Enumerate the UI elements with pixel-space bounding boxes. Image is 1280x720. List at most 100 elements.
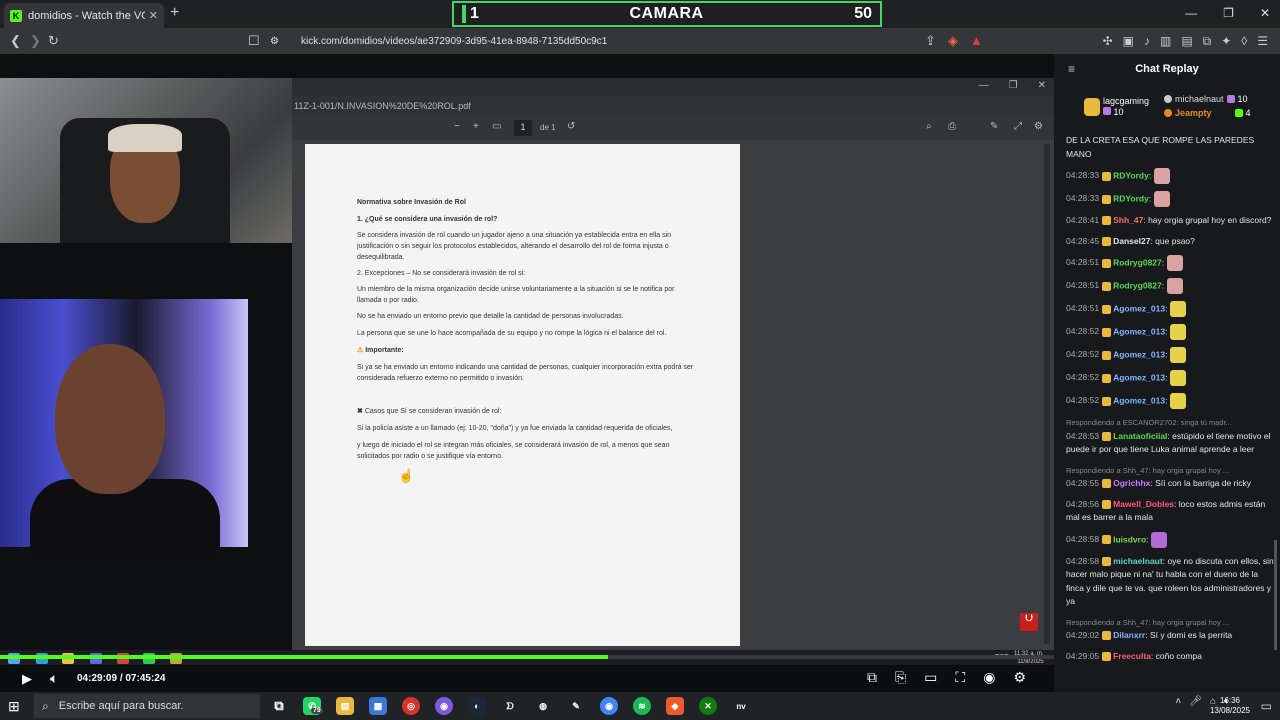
notifications-icon[interactable]: ▭ (1261, 699, 1272, 713)
discord-taskbar-icon[interactable]: ◉ (435, 697, 453, 715)
sidebar-icon[interactable]: ▥ (1160, 34, 1171, 49)
gifter-3[interactable]: Jeampty 4 (1164, 108, 1251, 118)
wallet-icon[interactable]: ▤ (1181, 34, 1192, 49)
message-username[interactable]: Freeculta (1113, 651, 1151, 661)
leo-icon[interactable]: ✦ (1221, 34, 1231, 49)
pdf-toolbar: − + ▭ 1 de 1 ↺ ⌕ ⎙ ✎ ⤢ ⚙ (292, 116, 1054, 140)
message-username[interactable]: Agomez_013 (1113, 372, 1165, 382)
task-view-icon[interactable]: ⧉ (270, 697, 288, 715)
store-icon[interactable]: ▦ (369, 697, 387, 715)
live-icon[interactable]: ◉ (983, 669, 995, 686)
message-username[interactable]: Dansel27 (1113, 236, 1150, 246)
url-field[interactable]: ⚙ kick.com/domidios/videos/ae372909-3d95… (270, 31, 970, 51)
chat-message: 04:28:41 Shh_47: hay orgia grupal hoy en … (1066, 215, 1272, 226)
reload-icon[interactable]: ↻ (48, 33, 59, 49)
message-username[interactable]: Rodryg0827 (1113, 280, 1162, 290)
brave-taskbar-icon[interactable]: ◆ (666, 697, 684, 715)
spotify-icon[interactable]: ≋ (633, 697, 651, 715)
browser-tab[interactable]: K domidios - Watch the VOD on K ✕ (4, 3, 164, 28)
clip-icon[interactable]: ⎘ (895, 669, 906, 686)
chrome-icon[interactable]: ◉ (600, 697, 618, 715)
fullscreen-icon[interactable]: ⛶ (955, 669, 965, 686)
minimize-icon[interactable]: — (1185, 6, 1197, 20)
forward-icon[interactable]: ❯ (30, 33, 41, 49)
pdf-exception-2: No se ha enviado un entorno previo que d… (357, 313, 624, 320)
share-icon[interactable]: ⇪ (925, 33, 936, 49)
sub-badge-icon (1102, 651, 1112, 661)
mic-icon[interactable]: 🎤︎ (1189, 696, 1202, 707)
restore-icon[interactable]: ❐ (1223, 6, 1234, 20)
epic-icon[interactable]: ᗤ (501, 697, 519, 715)
menu-icon[interactable]: ☰ (1257, 34, 1268, 49)
music-icon[interactable]: ♪ (1144, 34, 1150, 49)
taskbar-clock[interactable]: 16:36 13/08/2025 (1210, 696, 1250, 716)
scoreboard-overlay: 1 CAMARA 50 (452, 1, 882, 27)
vpn-icon[interactable]: ◊ (1241, 34, 1247, 49)
nvidia-icon[interactable]: nv (732, 697, 750, 715)
theater-icon[interactable]: ▭ (924, 669, 937, 686)
mini-player-icon[interactable]: ⧉ (867, 669, 877, 686)
volume-icon[interactable]: 🔈︎ (50, 670, 58, 687)
brave-rewards-icon[interactable]: ▲ (970, 33, 983, 48)
pdf-case-2: y luego de iniciado el rol se integran m… (357, 442, 670, 460)
play-icon[interactable]: ▶ (22, 671, 32, 687)
tray-chevron-icon[interactable]: ˄ (1175, 696, 1181, 707)
pdf-paragraph-2: Si ya se ha enviado un entorno indicando… (357, 364, 694, 382)
close-window-icon[interactable]: ✕ (1260, 6, 1270, 20)
obs-icon[interactable]: ◍ (534, 697, 552, 715)
message-username[interactable]: Ogrichhx (1113, 478, 1150, 488)
emote-icon (1166, 278, 1183, 294)
message-username[interactable]: michaelnaut (1113, 556, 1163, 566)
chat-message: 04:28:52 Agomez_013: (1066, 393, 1274, 409)
message-username[interactable]: Agomez_013 (1113, 326, 1165, 336)
message-username[interactable]: Dilanxrr (1113, 630, 1145, 640)
app-red-icon[interactable]: ◎ (402, 697, 420, 715)
print-icon: ⎙ (948, 121, 956, 132)
screenshot-icon[interactable]: ▣ (1123, 34, 1134, 49)
settings-icon[interactable]: ⚙ (1013, 669, 1026, 686)
message-username[interactable]: Lanataoficiial (1113, 431, 1167, 441)
new-tab-icon[interactable]: + (170, 4, 179, 22)
pdf-cases-heading: ✖ Casos que Sí se consideran invasión de… (357, 408, 502, 415)
gifter-2[interactable]: michaelnaut 10 (1164, 94, 1248, 104)
message-username[interactable]: RDYordy (1113, 170, 1149, 180)
site-info-icon[interactable]: ⚙ (270, 36, 279, 47)
chat-scrollbar[interactable] (1274, 540, 1277, 650)
message-username[interactable]: Shh_47 (1113, 215, 1143, 225)
message-username[interactable]: Agomez_013 (1113, 349, 1165, 359)
message-text: hay orgia grupal hoy en discord? (1148, 215, 1272, 225)
puzzle-icon[interactable]: ✣ (1103, 34, 1113, 49)
message-timestamp: 04:28:33 (1066, 170, 1100, 181)
chat-collapse-icon[interactable]: ≡ (1068, 62, 1075, 76)
rotate-icon: ↺ (567, 121, 576, 132)
message-timestamp: 04:28:58 (1066, 555, 1100, 566)
close-tab-icon[interactable]: ✕ (149, 9, 158, 22)
taskbar-search[interactable]: ⌕ Escribe aquí para buscar. (34, 694, 260, 718)
message-username[interactable]: RDYordy (1113, 193, 1149, 203)
whatsapp-icon[interactable]: ✆ 79 (303, 697, 323, 715)
bookmark-icon[interactable]: ☐ (248, 33, 260, 49)
seek-bar[interactable] (0, 655, 1054, 659)
sub-badge-icon (1102, 373, 1112, 383)
wrench-icon[interactable]: ✎ (567, 697, 585, 715)
message-username[interactable]: luisdvro (1113, 534, 1146, 544)
back-icon[interactable]: ❮ (10, 33, 21, 49)
message-username[interactable]: Rodryg0827 (1113, 257, 1162, 267)
gifter-1[interactable]: lagcgaming 10 (1084, 96, 1149, 118)
pdf-paragraph-1: Se considera invasión de rol cuando un j… (357, 232, 672, 261)
xbox-icon[interactable]: ✕ (699, 697, 717, 715)
message-text: DE LA CRETA ESA QUE ROMPE LAS PAREDES MA… (1066, 135, 1255, 159)
chat-message: 04:28:51 Rodryg0827: (1066, 255, 1274, 271)
steam-icon[interactable]: ◐ (468, 697, 486, 715)
pdf-page: Normativa sobre Invasión de Rol 1. ¿Qué … (305, 144, 740, 646)
emote-icon (1169, 370, 1186, 386)
brave-shield-icon[interactable]: ◈ (948, 33, 958, 49)
message-timestamp: 04:28:52 (1066, 372, 1100, 383)
file-explorer-icon[interactable]: ▤ (336, 697, 354, 715)
start-icon[interactable]: ⊞ (8, 698, 20, 715)
copy-icon[interactable]: ⧉ (1203, 34, 1212, 49)
message-username[interactable]: Mawell_Dobles (1113, 499, 1174, 509)
message-username[interactable]: Agomez_013 (1113, 303, 1165, 313)
message-username[interactable]: Agomez_013 (1113, 395, 1165, 405)
message-timestamp: 04:28:52 (1066, 349, 1100, 360)
